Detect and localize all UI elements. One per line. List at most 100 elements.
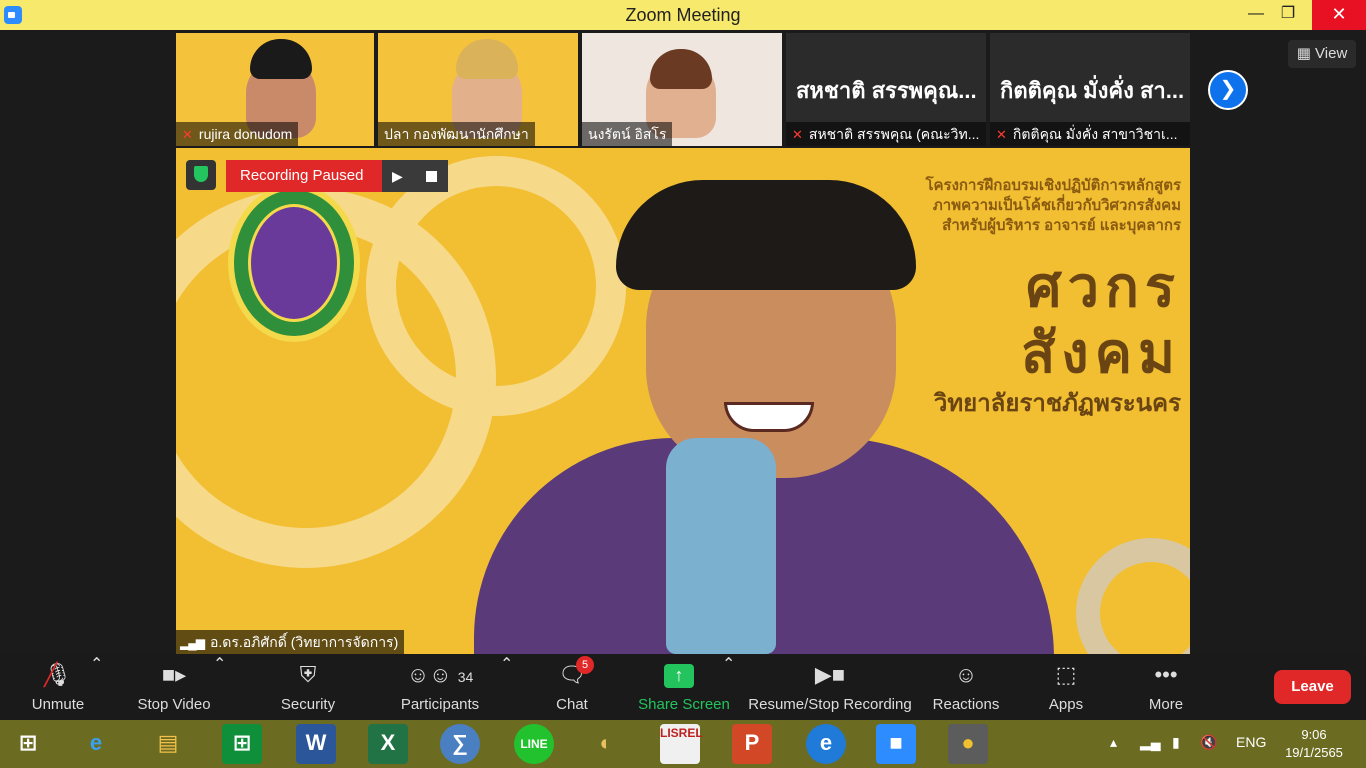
window-title: Zoom Meeting [625, 5, 741, 25]
unmute-button[interactable]: 🎙 ╱ Unmute [22, 654, 94, 720]
banner-subtitle: วิทยาลัยราชภัฏพระนคร [933, 390, 1181, 417]
participant-name: rujira donudom [198, 126, 293, 142]
speaker-name: อ.ดร.อภิศักดิ์ (วิทยาการจัดการ) [209, 634, 399, 650]
banner-title: สังคม [1021, 321, 1181, 384]
speaker-name-label: ▂▄▆ อ.ดร.อภิศักดิ์ (วิทยาการจัดการ) [176, 630, 405, 654]
participant-name: สหชาติ สรรพคุณ (คณะวิท... [808, 126, 980, 142]
participant-display-name: กิตติคุณ มั่งคั่ง สา... [1000, 78, 1185, 103]
unmute-label: Unmute [31, 696, 85, 713]
mic-muted-icon: ✕ [792, 127, 803, 142]
video-camera-icon: ■▸ [161, 662, 187, 687]
next-page-button[interactable]: ❯ [1208, 70, 1248, 110]
participant-tile[interactable]: นงรัตน์ อิสโร [582, 33, 782, 146]
mic-muted-icon: ✕ [996, 127, 1007, 142]
share-options-caret-icon[interactable]: ⌃ [722, 654, 735, 720]
maximize-button[interactable]: ❐ [1266, 0, 1310, 30]
video-options-caret-icon[interactable]: ⌃ [213, 654, 226, 720]
paint-icon[interactable]: ◐ [586, 724, 626, 764]
meeting-area: ✕ rujira donudom ปลา กองพัฒนานักศึกษา นงร… [0, 30, 1366, 654]
participants-options-caret-icon[interactable]: ⌃ [500, 654, 513, 720]
view-button-label: View [1315, 45, 1348, 62]
background-gear [1076, 538, 1190, 654]
resume-stop-recording-button[interactable]: ▶■ Resume/Stop Recording [748, 654, 912, 720]
clock-date: 19/1/2565 [1285, 745, 1343, 760]
recording-controls-icon: ▶■ [814, 662, 846, 687]
more-label: More [1148, 696, 1184, 713]
participants-icon: ☺☺ 34 [406, 662, 474, 687]
leave-button[interactable]: Leave [1274, 670, 1351, 704]
encryption-shield-icon[interactable] [186, 160, 216, 190]
apps-button[interactable]: ⬚ Apps [1040, 654, 1092, 720]
participant-name-label: ✕ กิตติคุณ มั่งคั่ง สาขาวิชาเ... [990, 122, 1190, 146]
resume-recording-icon[interactable]: ▶ [392, 160, 403, 192]
resume-stop-recording-label: Resume/Stop Recording [748, 696, 912, 713]
close-button[interactable]: ✕ [1312, 0, 1366, 30]
participant-tile[interactable]: ปลา กองพัฒนานักศึกษา [378, 33, 578, 146]
chat-button[interactable]: 🗨 5 Chat [546, 654, 598, 720]
background-gear [366, 156, 626, 416]
mic-muted-icon: ✕ [182, 127, 193, 142]
banner-line: สำหรับผู้บริหาร อาจารย์ และบุคลากร [942, 217, 1181, 234]
title-bar: Zoom Meeting — ❐ ✕ [0, 0, 1366, 30]
lisrel-icon[interactable]: LISREL [660, 724, 703, 764]
participant-hair [456, 39, 518, 79]
excel-icon[interactable]: X [368, 724, 408, 764]
audio-options-caret-icon[interactable]: ⌃ [90, 654, 103, 720]
university-logo [228, 184, 360, 342]
participants-button[interactable]: ☺☺ 34 Participants [396, 654, 484, 720]
banner-line: ภาพความเป็นโค้ชเกี่ยวกับวิศวกรสังคม [932, 197, 1181, 214]
participant-name: กิตติคุณ มั่งคั่ง สาขาวิชาเ... [1012, 126, 1178, 142]
more-dots-icon: ••• [1154, 662, 1178, 687]
reactions-button[interactable]: ☺ Reactions [930, 654, 1002, 720]
windows-taskbar: ⊞ e ▤ ⊞ W X ∑ LINE ◐ LISREL P e ■ ● ▴ ▂▄… [0, 720, 1366, 768]
clock-time: 9:06 [1301, 727, 1327, 742]
powerpoint-icon[interactable]: P [732, 724, 772, 764]
chrome-icon[interactable]: ● [948, 724, 988, 764]
edge-icon[interactable]: e [806, 724, 846, 764]
chat-unread-badge: 5 [576, 656, 594, 674]
recording-status: Recording Paused [226, 160, 382, 192]
participant-tile[interactable]: กิตติคุณ มั่งคั่ง สา... ✕ กิตติคุณ มั่งคั… [990, 33, 1190, 146]
file-explorer-icon[interactable]: ▤ [148, 724, 188, 764]
share-screen-button[interactable]: ↑ Share Screen [638, 654, 730, 720]
security-button[interactable]: ⛨ Security [272, 654, 344, 720]
participant-name: นงรัตน์ อิสโร [588, 126, 667, 142]
word-icon[interactable]: W [296, 724, 336, 764]
reactions-label: Reactions [932, 696, 1000, 713]
apps-icon: ⬚ [1055, 662, 1077, 687]
battery-icon[interactable]: ▮ [1172, 734, 1180, 751]
event-banner: โครงการฝึกอบรมเชิงปฏิบัติการหลักสูตร ภาพ… [876, 176, 1181, 417]
security-label: Security [280, 696, 336, 713]
line-app-icon[interactable]: LINE [514, 724, 554, 764]
participant-tile[interactable]: สหชาติ สรรพคุณ... ✕ สหชาติ สรรพคุณ (คณะวิ… [786, 33, 986, 146]
participant-count: 34 [457, 669, 474, 685]
shield-icon: ⛨ [299, 662, 317, 687]
share-screen-icon: ↑ [664, 664, 694, 688]
recording-controls: ▶ [382, 160, 448, 192]
internet-explorer-icon[interactable]: e [76, 724, 116, 764]
participant-tile[interactable]: ✕ rujira donudom [176, 33, 374, 146]
stop-recording-icon[interactable] [426, 171, 437, 182]
start-windows-icon[interactable]: ⊞ [8, 724, 48, 764]
participant-name-label: ปลา กองพัฒนานักศึกษา [378, 122, 535, 146]
stop-video-button[interactable]: ■▸ Stop Video [132, 654, 216, 720]
speaker-scarf [666, 438, 776, 654]
tray-overflow-icon[interactable]: ▴ [1110, 734, 1117, 751]
stop-video-label: Stop Video [137, 696, 211, 713]
view-button[interactable]: ▦ View [1288, 40, 1356, 68]
zoom-taskbar-icon[interactable]: ■ [876, 724, 916, 764]
volume-muted-icon[interactable]: 🔇 [1200, 734, 1217, 751]
chat-label: Chat [556, 696, 588, 713]
store-icon[interactable]: ⊞ [222, 724, 262, 764]
participant-display-name: สหชาติ สรรพคุณ... [796, 78, 977, 103]
network-signal-icon[interactable]: ▂▄ [1140, 734, 1161, 751]
language-indicator[interactable]: ENG [1236, 734, 1266, 750]
participants-label: Participants [400, 696, 480, 713]
more-button[interactable]: ••• More [1140, 654, 1192, 720]
math-input-icon[interactable]: ∑ [440, 724, 480, 764]
participant-name-label: ✕ rujira donudom [176, 122, 299, 146]
share-screen-label: Share Screen [638, 696, 730, 713]
taskbar-clock[interactable]: 9:06 19/1/2565 [1266, 726, 1362, 762]
banner-line: โครงการฝึกอบรมเชิงปฏิบัติการหลักสูตร [925, 177, 1181, 194]
banner-title: ศวกร [1026, 255, 1181, 318]
